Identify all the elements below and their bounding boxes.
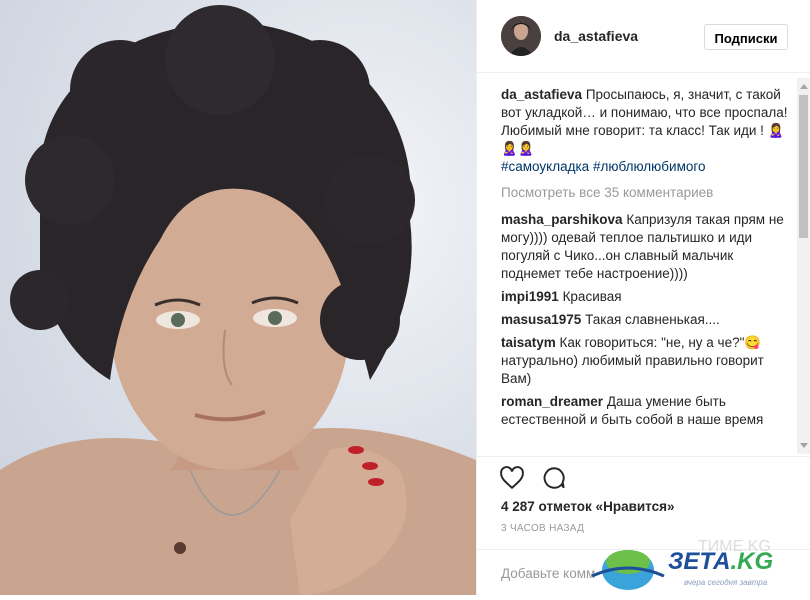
comment-username[interactable]: masusa1975: [501, 312, 581, 327]
watermark-slogan: вчера сегодня завтра: [684, 578, 768, 587]
hashtag-link[interactable]: #самоукладка: [501, 159, 589, 174]
comment-username[interactable]: taisatym: [501, 335, 556, 350]
caption: da_astafieva Просыпаюсь, я, значит, с та…: [501, 86, 793, 176]
comments-list: da_astafieva Просыпаюсь, я, значит, с та…: [501, 86, 793, 456]
view-all-comments-link[interactable]: Посмотреть все 35 комментариев: [501, 184, 793, 202]
comment-text: Такая славненькая....: [585, 312, 720, 327]
comment-item: roman_dreamer Даша умение быть естествен…: [501, 393, 793, 429]
avatar[interactable]: [501, 16, 541, 56]
follow-button[interactable]: Подписки: [704, 24, 788, 50]
watermark-brand: ЗЕТА.KG: [668, 548, 774, 575]
comment-bubble-icon[interactable]: [541, 465, 567, 491]
post-username[interactable]: da_astafieva: [554, 28, 638, 44]
likes-count[interactable]: 4 287 отметок «Нравится»: [501, 499, 675, 514]
comment-username[interactable]: roman_dreamer: [501, 394, 603, 409]
post-header: da_astafieva Подписки: [477, 0, 810, 73]
comment-username[interactable]: impi1991: [501, 289, 559, 304]
comment-item: masha_parshikova Капризуля такая прям не…: [501, 211, 793, 283]
post-photo[interactable]: [0, 0, 476, 595]
comment-item: masusa1975 Такая славненькая....: [501, 311, 793, 329]
comment-item: taisatym Как говориться: "не, ну а че?"😋…: [501, 334, 793, 388]
comments-scrollbar[interactable]: [797, 78, 810, 454]
add-comment-placeholder[interactable]: Добавьте комм: [501, 566, 595, 581]
scroll-down-arrow-icon[interactable]: [800, 443, 808, 448]
portrait-illustration: [0, 5, 476, 595]
post-sidebar: da_astafieva Подписки da_astafieva Просы…: [476, 0, 810, 595]
globe-logo-icon: [591, 550, 665, 590]
site-watermark: ТИМЕ.KG ЗЕТА.KG вчера сегодня завтра: [588, 538, 810, 595]
hashtag-link[interactable]: #люблюлюбимого: [593, 159, 706, 174]
scroll-thumb[interactable]: [799, 95, 808, 238]
caption-username[interactable]: da_astafieva: [501, 87, 582, 102]
heart-icon[interactable]: [499, 465, 525, 491]
post-timestamp: 3 ЧАСОВ НАЗАД: [501, 523, 585, 534]
comment-username[interactable]: masha_parshikova: [501, 212, 623, 227]
comment-text: Красивая: [562, 289, 622, 304]
comment-item: impi1991 Красивая: [501, 288, 793, 306]
scroll-up-arrow-icon[interactable]: [800, 84, 808, 89]
